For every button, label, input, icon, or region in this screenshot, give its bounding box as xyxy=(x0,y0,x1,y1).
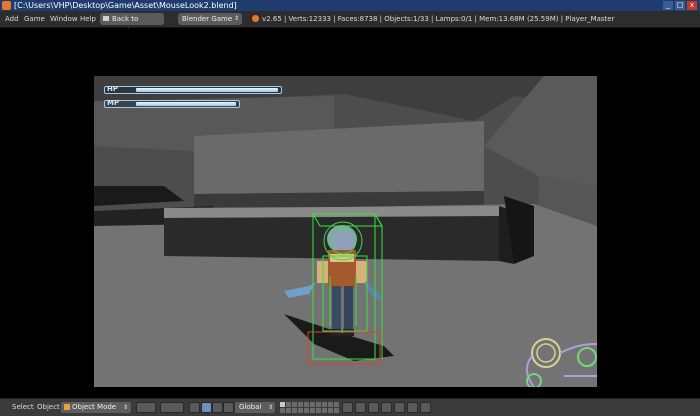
snap-element-icon[interactable] xyxy=(381,402,392,413)
render-engine-value: Blender Game xyxy=(182,15,233,23)
view-3d-header: Select Object Object Mode ⇕ Global ⇕ xyxy=(0,398,700,416)
render-icon[interactable] xyxy=(394,402,405,413)
menu-help[interactable]: Help xyxy=(80,11,96,28)
blender-logo-icon xyxy=(2,1,11,10)
stats-text: v2.65 | Verts:12333 | Faces:8738 | Objec… xyxy=(262,15,615,23)
window-title: [C:\Users\VHP\Desktop\Game\Asset\MouseLo… xyxy=(14,1,237,10)
game-scene[interactable] xyxy=(94,76,597,387)
3d-viewport[interactable]: HP MP xyxy=(0,28,700,398)
menu-object[interactable]: Object xyxy=(37,399,60,416)
back-to-previous-button[interactable]: Back to Previous xyxy=(100,13,164,35)
rotate-manipulator-icon[interactable] xyxy=(212,402,223,413)
dropdown-arrow-icon: ⇕ xyxy=(122,404,128,411)
minimize-button[interactable]: _ xyxy=(663,1,673,10)
translate-manipulator-icon[interactable] xyxy=(201,402,212,413)
layers-grid-2[interactable] xyxy=(310,402,339,413)
mode-value: Object Mode xyxy=(72,403,117,411)
layers-grid-1[interactable] xyxy=(280,402,309,413)
pivot-point-button[interactable] xyxy=(160,402,184,413)
snap-icon[interactable] xyxy=(368,402,379,413)
object-mode-icon xyxy=(64,404,70,410)
mp-bar: MP xyxy=(104,99,240,108)
lock-camera-icon[interactable] xyxy=(342,402,353,413)
menu-window[interactable]: Window xyxy=(50,11,78,28)
scale-manipulator-icon[interactable] xyxy=(223,402,234,413)
hp-bar: HP xyxy=(104,85,282,94)
mode-select[interactable]: Object Mode ⇕ xyxy=(61,402,131,413)
render-animation-icon[interactable] xyxy=(407,402,418,413)
proportional-edit-icon[interactable] xyxy=(355,402,366,413)
record-icon[interactable] xyxy=(420,402,431,413)
info-header: Add Game Window Help Back to Previous Bl… xyxy=(0,11,700,35)
blender-window: [C:\Users\VHP\Desktop\Game\Asset\MouseLo… xyxy=(0,0,700,416)
dropdown-arrow-icon: ⇕ xyxy=(233,15,239,22)
screen-icon xyxy=(103,16,109,21)
manipulator-toggle[interactable] xyxy=(189,402,200,413)
dropdown-arrow-icon: ⇕ xyxy=(267,404,273,411)
orientation-value: Global xyxy=(239,403,262,411)
render-engine-select[interactable]: Blender Game ⇕ xyxy=(178,13,242,25)
maximize-button[interactable]: □ xyxy=(675,1,685,10)
viewport-shading-button[interactable] xyxy=(136,402,156,413)
scene-stats: v2.65 | Verts:12333 | Faces:8738 | Objec… xyxy=(252,11,614,28)
hp-bar-fill xyxy=(136,88,278,92)
menu-add[interactable]: Add xyxy=(5,11,19,28)
title-bar: [C:\Users\VHP\Desktop\Game\Asset\MouseLo… xyxy=(0,0,700,11)
mp-bar-fill xyxy=(136,102,236,106)
menu-game[interactable]: Game xyxy=(24,11,45,28)
transform-orientation-select[interactable]: Global ⇕ xyxy=(235,402,275,413)
hp-label: HP xyxy=(107,85,118,93)
mp-label: MP xyxy=(107,99,120,107)
close-button[interactable]: x xyxy=(687,1,697,10)
blender-logo-icon xyxy=(252,14,259,22)
menu-select[interactable]: Select xyxy=(12,399,34,416)
